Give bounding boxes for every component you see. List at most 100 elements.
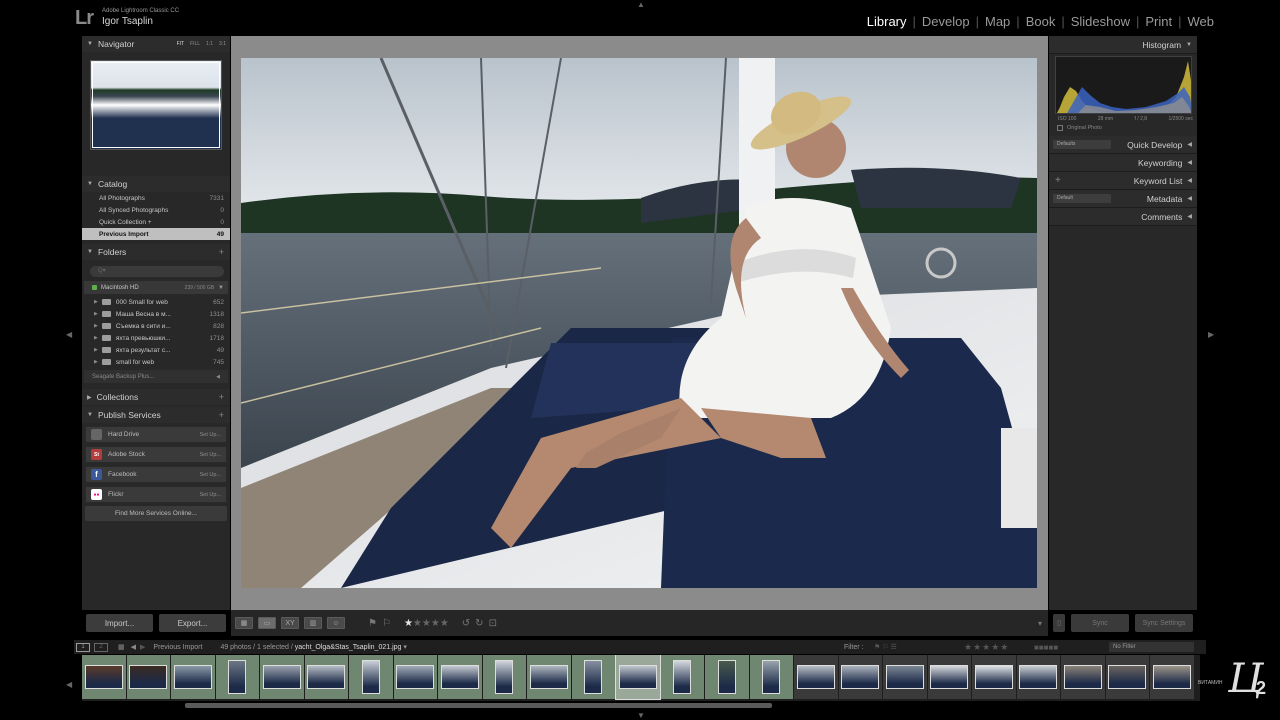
filter-star-rating[interactable]: ★★★★★ <box>964 642 1009 653</box>
filmstrip-thumbnail[interactable] <box>438 655 482 699</box>
filmstrip-thumbnail[interactable] <box>705 655 749 699</box>
export-button[interactable]: Export... <box>159 614 226 632</box>
people-view-button[interactable]: ☺ <box>327 617 345 629</box>
publish-services-header[interactable]: ▼ Publish Services + <box>82 407 230 423</box>
filmstrip-thumbnail[interactable] <box>349 655 393 699</box>
publish-setup-link[interactable]: Set Up... <box>200 452 221 458</box>
filmstrip-thumbnail[interactable] <box>126 655 170 699</box>
main-photo[interactable] <box>241 58 1037 588</box>
disclosure-triangle-icon[interactable]: ▶ <box>94 299 98 305</box>
add-folder-icon[interactable]: + <box>219 247 224 257</box>
right-panel-toggle-icon[interactable]: ▶ <box>1208 330 1214 339</box>
metadata-preset-select[interactable]: Default <box>1053 194 1111 203</box>
auto-sync-toggle[interactable]: ▯ <box>1053 614 1065 632</box>
folder-item[interactable]: ▶ Маша Весна в м... 1318 <box>82 308 230 320</box>
disclosure-triangle-icon[interactable]: ▶ <box>94 347 98 353</box>
catalog-item[interactable]: Quick Collection + 0 <box>82 216 230 228</box>
disclosure-triangle-icon[interactable]: ▶ <box>94 311 98 317</box>
filmstrip-thumbnail[interactable] <box>482 655 526 699</box>
original-photo-toggle[interactable]: Original Photo <box>1049 122 1197 136</box>
histogram-header[interactable]: Histogram ▼ <box>1049 36 1197 54</box>
crop-overlay-icon[interactable]: ⊡ <box>489 618 497 629</box>
publish-setup-link[interactable]: Set Up... <box>200 492 221 498</box>
filmstrip-thumbnail[interactable] <box>571 655 615 699</box>
star-rating[interactable]: ★★★★★ <box>404 618 449 629</box>
publish-service[interactable]: Hard Drive Set Up... <box>85 426 227 443</box>
quick-develop-header[interactable]: Defaults Quick Develop ◀ <box>1049 136 1197 154</box>
disclosure-triangle-icon[interactable]: ▶ <box>94 323 98 329</box>
filmstrip-thumbnail[interactable] <box>749 655 793 699</box>
forward-arrow-icon[interactable]: ▶ <box>140 643 145 651</box>
filmstrip-thumbnail[interactable] <box>304 655 348 699</box>
reject-flag-icon[interactable]: ⚐ <box>382 618 391 629</box>
folder-item[interactable]: ▶ яхта превьюшки... 1718 <box>82 332 230 344</box>
filter-flags-icon[interactable]: ⚑ ⚐ ☰ <box>874 643 897 651</box>
import-button[interactable]: Import... <box>86 614 153 632</box>
module-develop[interactable]: Develop <box>916 14 976 29</box>
module-web[interactable]: Web <box>1182 14 1221 29</box>
catalog-item[interactable]: Previous Import 49 <box>82 228 230 240</box>
filter-color-labels[interactable]: ■■■■■ <box>1034 643 1058 652</box>
zoom-3-1[interactable]: 3:1 <box>219 41 226 47</box>
filmstrip-thumbnail[interactable] <box>1016 655 1060 699</box>
volume-macintosh-hd[interactable]: Macintosh HD 239 / 500 GB ▼ <box>84 281 228 294</box>
module-book[interactable]: Book <box>1020 14 1062 29</box>
rating-star-icon[interactable]: ★ <box>404 618 413 629</box>
keyword-list-header[interactable]: + Keyword List ◀ <box>1049 172 1197 190</box>
keywording-header[interactable]: Keywording ◀ <box>1049 154 1197 172</box>
filmstrip-scrollbar[interactable] <box>185 703 772 708</box>
filmstrip-thumbnail[interactable] <box>171 655 215 699</box>
filmstrip-thumbnail[interactable] <box>1061 655 1105 699</box>
folders-header[interactable]: ▼ Folders + <box>82 244 230 260</box>
filmstrip-thumbnail[interactable] <box>1105 655 1149 699</box>
add-collection-icon[interactable]: + <box>219 392 224 402</box>
toolbar-menu-icon[interactable]: ▾ <box>1038 619 1042 628</box>
left-panel-toggle-icon[interactable]: ◀ <box>66 330 72 339</box>
grid-icon[interactable]: ▦ <box>118 643 125 651</box>
original-photo-checkbox[interactable] <box>1057 125 1063 131</box>
folder-item[interactable]: ▶ 000 Small for web 652 <box>82 296 230 308</box>
module-map[interactable]: Map <box>979 14 1016 29</box>
module-print[interactable]: Print <box>1139 14 1178 29</box>
survey-view-button[interactable]: ▥ <box>304 617 322 629</box>
sync-settings-button[interactable]: Sync Settings <box>1135 614 1193 632</box>
filmstrip-thumbnail[interactable] <box>883 655 927 699</box>
rotate-right-icon[interactable]: ↻ <box>475 618 483 629</box>
volume-seagate[interactable]: Seagate Backup Plus... ◀ <box>84 370 228 383</box>
publish-service[interactable]: ●● Flickr Set Up... <box>85 486 227 503</box>
folder-item[interactable]: ▶ small for web 745 <box>82 356 230 368</box>
flag-icon[interactable]: ⚑ <box>368 618 377 629</box>
collections-header[interactable]: ▶ Collections + <box>82 389 230 405</box>
rating-star-icon[interactable]: ★ <box>440 618 449 629</box>
publish-service[interactable]: f Facebook Set Up... <box>85 466 227 483</box>
rotate-left-icon[interactable]: ↺ <box>462 618 470 629</box>
filmstrip-thumbnail[interactable] <box>794 655 838 699</box>
zoom-fit[interactable]: FIT <box>177 41 185 47</box>
module-slideshow[interactable]: Slideshow <box>1065 14 1136 29</box>
folder-item[interactable]: ▶ Съемка в сити и... 828 <box>82 320 230 332</box>
filmstrip-thumbnail[interactable] <box>1150 655 1194 699</box>
main-window-button[interactable]: 1 <box>76 642 90 652</box>
sync-button[interactable]: Sync <box>1071 614 1129 632</box>
filmstrip-thumbnail[interactable] <box>393 655 437 699</box>
publish-setup-link[interactable]: Set Up... <box>200 432 221 438</box>
rating-star-icon[interactable]: ★ <box>413 618 422 629</box>
loupe-view-button[interactable]: ▭ <box>258 617 276 629</box>
catalog-header[interactable]: ▼ Catalog <box>82 176 230 192</box>
grid-view-button[interactable]: ▦ <box>235 617 253 629</box>
histogram-graph[interactable] <box>1055 56 1192 114</box>
quick-develop-preset-select[interactable]: Defaults <box>1053 140 1111 149</box>
add-keyword-icon[interactable]: + <box>1055 175 1061 186</box>
filmstrip-thumbnail[interactable] <box>82 655 126 699</box>
add-publish-service-icon[interactable]: + <box>219 410 224 420</box>
rating-star-icon[interactable]: ★ <box>431 618 440 629</box>
secondary-window-button[interactable]: 2 <box>94 642 108 652</box>
filmstrip-thumbnail[interactable] <box>260 655 304 699</box>
zoom-fill[interactable]: FILL <box>190 41 200 47</box>
comments-header[interactable]: Comments ◀ <box>1049 208 1197 226</box>
filename-dropdown-icon[interactable]: ▾ <box>403 644 407 651</box>
navigator-header[interactable]: ▼ Navigator FIT FILL 1:1 3:1 <box>82 36 230 52</box>
filmstrip-thumbnail[interactable] <box>927 655 971 699</box>
catalog-item[interactable]: All Photographs 7331 <box>82 192 230 204</box>
filmstrip-thumbnail[interactable] <box>838 655 882 699</box>
